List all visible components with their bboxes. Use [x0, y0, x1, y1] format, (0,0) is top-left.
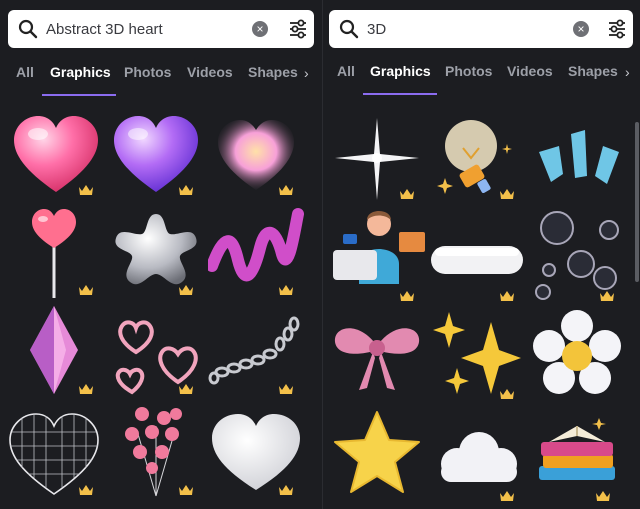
- search-icon[interactable]: [339, 19, 359, 39]
- crown-icon: [79, 384, 93, 394]
- left-tab-bar: All Graphics Photos Videos Shapes ›: [0, 64, 320, 98]
- tab-videos[interactable]: Videos: [187, 64, 233, 80]
- crown-icon: [500, 389, 514, 399]
- left-search-panel: Abstract 3D heart × All Graphics Photos …: [0, 0, 320, 509]
- crown-icon: [596, 491, 610, 501]
- graphic-open-books-stack[interactable]: [529, 406, 625, 502]
- graphic-yellow-star[interactable]: [329, 406, 425, 502]
- tab-videos[interactable]: Videos: [507, 63, 553, 79]
- right-tab-bar: All Graphics Photos Videos Shapes ›: [323, 63, 640, 97]
- graphic-white-pill-bar[interactable]: [429, 204, 525, 300]
- tab-shapes[interactable]: Shapes: [568, 63, 618, 79]
- crown-icon: [279, 285, 293, 295]
- crown-icon: [500, 291, 514, 301]
- active-tab-indicator: [42, 94, 116, 96]
- graphic-soap-bubbles[interactable]: [531, 204, 627, 300]
- tab-graphics[interactable]: Graphics: [370, 63, 431, 79]
- graphic-blue-burst-lines[interactable]: [529, 108, 625, 204]
- tab-photos[interactable]: Photos: [124, 64, 171, 80]
- crown-icon: [500, 491, 514, 501]
- crown-icon: [279, 485, 293, 495]
- clear-icon[interactable]: ×: [252, 21, 268, 37]
- tab-photos[interactable]: Photos: [445, 63, 492, 79]
- crown-icon: [79, 285, 93, 295]
- search-icon[interactable]: [18, 19, 38, 39]
- crown-icon: [179, 485, 193, 495]
- right-search-panel: 3D × All Graphics Photos Videos Shapes ›: [322, 0, 640, 509]
- graphic-white-cloud[interactable]: [429, 406, 525, 502]
- active-tab-indicator: [363, 93, 437, 95]
- crown-icon: [79, 185, 93, 195]
- crown-icon: [79, 485, 93, 495]
- crown-icon: [500, 189, 514, 199]
- tab-graphics[interactable]: Graphics: [50, 64, 111, 80]
- graphic-pink-ribbon-bow[interactable]: [329, 306, 425, 402]
- right-search-bar[interactable]: 3D ×: [329, 10, 633, 48]
- tab-all[interactable]: All: [337, 63, 355, 79]
- tab-shapes[interactable]: Shapes: [248, 64, 298, 80]
- crown-icon: [279, 384, 293, 394]
- results-scrollbar[interactable]: [635, 122, 639, 282]
- chevron-right-icon[interactable]: ›: [625, 64, 630, 80]
- clear-icon[interactable]: ×: [573, 21, 589, 37]
- graphic-woman-with-laptop[interactable]: [329, 204, 425, 300]
- left-search-input[interactable]: Abstract 3D heart: [46, 21, 163, 38]
- right-search-input[interactable]: 3D: [367, 21, 386, 38]
- crown-icon: [179, 185, 193, 195]
- left-search-bar[interactable]: Abstract 3D heart ×: [8, 10, 314, 48]
- crown-icon: [279, 185, 293, 195]
- crown-icon: [179, 285, 193, 295]
- crown-icon: [400, 291, 414, 301]
- filter-icon[interactable]: [607, 19, 627, 39]
- crown-icon: [400, 189, 414, 199]
- tab-all[interactable]: All: [16, 64, 34, 80]
- filter-icon[interactable]: [288, 19, 308, 39]
- graphic-white-daisy[interactable]: [529, 306, 625, 402]
- crown-icon: [600, 291, 614, 301]
- chevron-right-icon[interactable]: ›: [304, 65, 309, 81]
- crown-icon: [179, 384, 193, 394]
